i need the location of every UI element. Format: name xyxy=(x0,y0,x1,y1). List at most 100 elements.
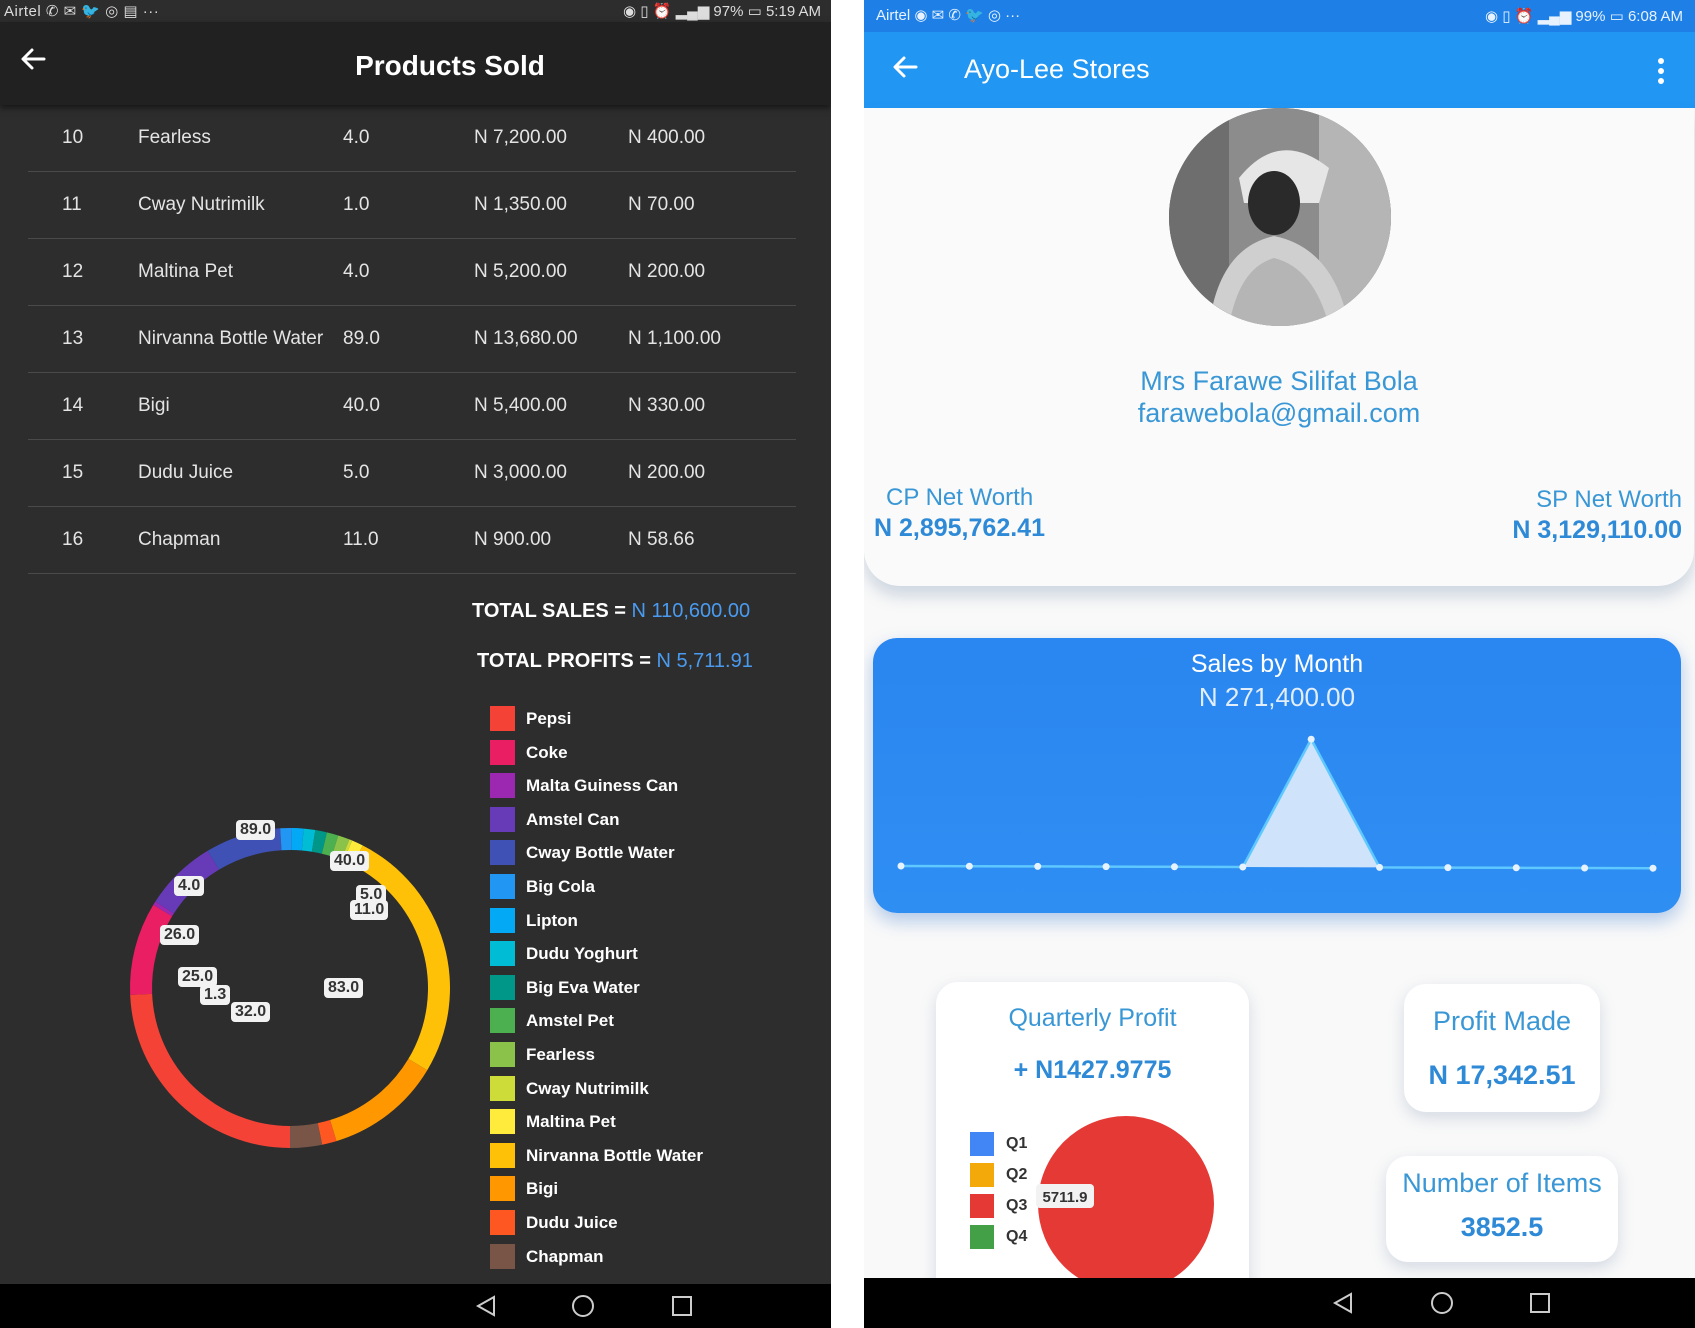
legend-label: Lipton xyxy=(526,910,578,930)
cell-sales: N 1,350.00 xyxy=(474,194,567,215)
quarterly-profit-card[interactable]: Quarterly Profit + N1427.9775 Q1 Q2 Q3 Q4 5… xyxy=(936,982,1249,1328)
products-sold-screen: Airtel ✆ ✉ 🐦 ◎ ▤ ··· ◉ ▯ ⏰ ▂▄▆ 97% ▭ 5:1… xyxy=(0,0,831,1328)
sales-point[interactable] xyxy=(1581,864,1589,872)
legend-swatch xyxy=(490,1042,515,1067)
legend-label: Chapman xyxy=(526,1246,604,1266)
donut-slice-lipton[interactable] xyxy=(291,828,304,851)
cell-sales: N 900.00 xyxy=(474,529,552,550)
table-row[interactable]: 11 Cway Nutrimilk 1.0 N 1,350.00 N 70.00 xyxy=(28,172,796,239)
legend-swatch xyxy=(970,1163,994,1187)
sales-point[interactable] xyxy=(1102,863,1110,871)
cell-no: 14 xyxy=(62,395,84,416)
sales-point[interactable] xyxy=(1649,864,1657,872)
table-row[interactable]: 12 Maltina Pet 4.0 N 5,200.00 N 200.00 xyxy=(28,239,796,306)
cell-sales: N 13,680.00 xyxy=(474,328,578,349)
cell-name: Dudu Juice xyxy=(138,462,234,483)
cell-name: Fearless xyxy=(138,127,211,148)
legend-label: Amstel Can xyxy=(526,809,620,829)
avatar[interactable] xyxy=(1169,108,1391,326)
legend-swatch xyxy=(490,874,515,899)
donut-slice-coke[interactable] xyxy=(130,904,173,995)
sales-point[interactable] xyxy=(1512,864,1520,872)
sales-line-chart xyxy=(897,735,1657,872)
legend-swatch xyxy=(490,706,515,731)
back-arrow-icon[interactable] xyxy=(890,52,920,82)
app-title: Ayo-Lee Stores xyxy=(964,54,1150,84)
profit-made-card[interactable]: Profit Made N 17,342.51 xyxy=(1404,984,1600,1112)
table-row[interactable]: 14 Bigi 40.0 N 5,400.00 N 330.00 xyxy=(28,373,796,440)
total-sales-label: TOTAL SALES = xyxy=(472,600,632,622)
cell-name: Maltina Pet xyxy=(138,261,234,282)
cell-name: Cway Nutrimilk xyxy=(138,194,265,215)
donut-data-label: 25.0 xyxy=(178,967,218,987)
legend-label: Big Eva Water xyxy=(526,977,640,997)
more-options-icon[interactable] xyxy=(1657,58,1665,84)
legend-swatch xyxy=(490,1176,515,1202)
sales-area-fill xyxy=(1242,739,1380,868)
sales-point[interactable] xyxy=(1444,864,1452,872)
sales-point[interactable] xyxy=(965,862,973,870)
cell-name: Nirvanna Bottle Water xyxy=(138,328,324,349)
sales-point[interactable] xyxy=(1307,735,1315,743)
table-row[interactable]: 13 Nirvanna Bottle Water 89.0 N 13,680.00 N … xyxy=(28,306,796,373)
nav-recents-icon[interactable] xyxy=(670,1294,694,1318)
legend-swatch xyxy=(490,907,515,933)
donut-slice-big-cola[interactable] xyxy=(280,828,292,851)
cell-sales: N 3,000.00 xyxy=(474,462,567,483)
cell-profit: N 58.66 xyxy=(628,529,695,550)
legend-label: Dudu Juice xyxy=(526,1213,618,1232)
cell-name: Bigi xyxy=(138,395,170,416)
avatar-photo xyxy=(1169,108,1391,326)
nav-home-icon[interactable] xyxy=(1430,1291,1454,1315)
legend-swatch xyxy=(490,773,515,799)
sales-point[interactable] xyxy=(1376,863,1384,871)
products-table: 10 Fearless 4.0 N 7,200.00 N 400.00 11 Cway Nu… xyxy=(28,105,796,574)
nav-home-icon[interactable] xyxy=(571,1294,595,1318)
cell-qty: 4.0 xyxy=(343,127,370,148)
cell-qty: 1.0 xyxy=(343,194,370,215)
donut-slice-nirvanna-bottle-water[interactable] xyxy=(352,845,450,1071)
table-row[interactable]: 15 Dudu Juice 5.0 N 3,000.00 N 200.00 xyxy=(28,440,796,507)
total-profits-label: TOTAL PROFITS = xyxy=(477,650,657,672)
legend-label: Big Cola xyxy=(526,877,595,896)
sales-point[interactable] xyxy=(1034,862,1042,870)
cell-profit: N 400.00 xyxy=(628,127,706,148)
navigation-bar xyxy=(0,1284,831,1328)
donut-data-label: 32.0 xyxy=(231,1002,271,1022)
sales-by-month-card[interactable]: Sales by Month N 271,400.00 xyxy=(873,638,1681,913)
nav-back-icon[interactable] xyxy=(1331,1291,1355,1315)
cell-no: 11 xyxy=(62,194,82,215)
donut-slice-bigi[interactable] xyxy=(330,1058,428,1142)
legend-swatch xyxy=(490,941,515,967)
pie-data-label-text: 5711.9 xyxy=(1042,1189,1087,1206)
table-row[interactable]: 16 Chapman 11.0 N 900.00 N 58.66 xyxy=(28,507,796,574)
table-row[interactable]: 10 Fearless 4.0 N 7,200.00 N 400.00 xyxy=(28,105,796,172)
quarterly-pie-chart: 5711.9 xyxy=(1036,1116,1214,1292)
legend-label: Amstel Pet xyxy=(526,1011,614,1031)
donut-data-label: 83.0 xyxy=(324,978,364,998)
sales-point[interactable] xyxy=(897,862,905,870)
cell-profit: N 70.00 xyxy=(628,194,695,215)
profile-name: Mrs Farawe Silifat Bola xyxy=(1140,366,1418,396)
cell-qty: 5.0 xyxy=(343,462,370,483)
cell-no: 12 xyxy=(62,261,84,282)
page-title: Products Sold xyxy=(355,50,545,81)
donut-data-label: 89.0 xyxy=(236,820,276,840)
donut-data-label: 1.3 xyxy=(200,985,231,1005)
app-bar: Ayo-Lee Stores xyxy=(864,32,1695,108)
cell-profit: N 200.00 xyxy=(628,462,706,483)
nav-recents-icon[interactable] xyxy=(1528,1291,1552,1315)
sales-point[interactable] xyxy=(1239,863,1247,871)
donut-slice-chapman[interactable] xyxy=(290,1123,323,1148)
nav-back-icon[interactable] xyxy=(474,1294,498,1318)
donut-data-label: 11.0 xyxy=(350,900,389,920)
app-bar: Products Sold xyxy=(0,22,831,105)
legend-swatch xyxy=(970,1132,994,1156)
cell-no: 15 xyxy=(62,462,84,483)
number-of-items-card[interactable]: Number of Items 3852.5 xyxy=(1386,1156,1618,1262)
legend-swatch xyxy=(490,1243,515,1269)
sales-point[interactable] xyxy=(1170,863,1178,871)
cell-qty: 40.0 xyxy=(343,395,380,416)
status-left: Airtel ◉ ✉ ✆ 🐦 ◎ ··· xyxy=(876,7,1021,24)
cell-no: 16 xyxy=(62,529,84,550)
